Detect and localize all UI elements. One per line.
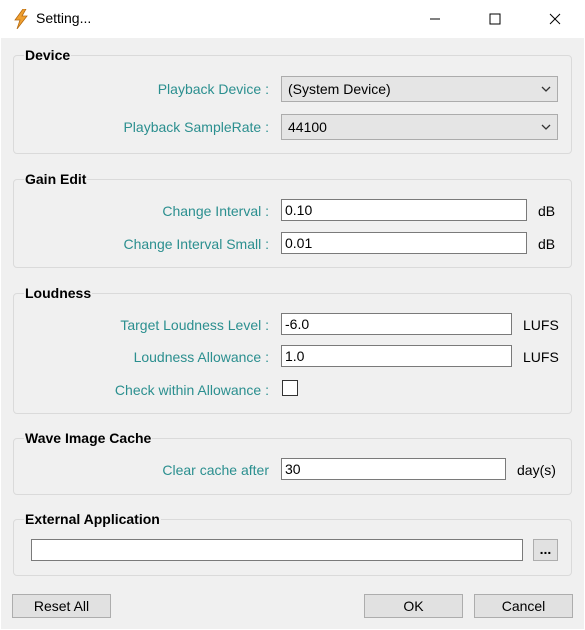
change-interval-small-label: Change Interval Small :	[123, 236, 269, 252]
change-interval-value: 0.10	[285, 202, 313, 218]
check-allowance-label: Check within Allowance :	[114, 382, 269, 398]
gain-edit-group: Gain Edit Change Interval : 0.10 dB Chan…	[13, 170, 572, 268]
target-loudness-value: -6.0	[285, 316, 310, 332]
change-interval-small-value: 0.01	[285, 235, 313, 251]
browse-button[interactable]: ...	[533, 539, 558, 561]
loudness-group-title: Loudness	[24, 284, 93, 302]
loudness-allowance-label: Loudness Allowance :	[133, 349, 269, 365]
ok-button[interactable]: OK	[364, 594, 463, 618]
external-app-path-input[interactable]	[31, 539, 523, 561]
change-interval-label: Change Interval :	[162, 203, 269, 219]
loudness-allowance-unit: LUFS	[523, 349, 559, 365]
target-loudness-input[interactable]: -6.0	[281, 313, 512, 335]
clear-cache-unit: day(s)	[517, 462, 556, 478]
change-interval-input[interactable]: 0.10	[281, 199, 527, 221]
samplerate-label: Playback SampleRate :	[123, 119, 269, 135]
minimize-button[interactable]	[405, 0, 465, 38]
title-bar: Setting...	[0, 0, 585, 38]
clear-cache-value: 30	[285, 461, 301, 477]
maximize-icon	[489, 13, 501, 25]
maximize-button[interactable]	[465, 0, 525, 38]
clear-cache-label: Clear cache after	[162, 462, 269, 478]
loudness-allowance-value: 1.0	[285, 348, 305, 364]
loudness-group: Loudness Target Loudness Level : -6.0 LU…	[13, 284, 572, 414]
change-interval-unit: dB	[538, 203, 556, 219]
playback-device-select[interactable]: (System Device)	[281, 76, 558, 102]
samplerate-value: 44100	[288, 119, 327, 135]
minimize-icon	[430, 18, 440, 20]
dialog-body: Device Playback Device : (System Device)…	[1, 38, 584, 629]
change-interval-small-unit: dB	[538, 236, 556, 252]
device-group: Device Playback Device : (System Device)…	[13, 46, 572, 154]
chevron-down-icon	[541, 86, 551, 92]
lightning-icon	[12, 8, 30, 30]
device-group-title: Device	[24, 46, 72, 64]
samplerate-select[interactable]: 44100	[281, 114, 558, 140]
close-icon	[549, 13, 561, 25]
playback-device-label: Playback Device :	[157, 81, 269, 97]
external-app-group: External Application ...	[13, 510, 572, 576]
loudness-allowance-input[interactable]: 1.0	[281, 345, 512, 367]
playback-device-value: (System Device)	[288, 81, 391, 97]
check-allowance-checkbox[interactable]	[282, 380, 298, 396]
external-app-group-title: External Application	[24, 510, 161, 528]
wave-cache-group: Wave Image Cache Clear cache after 30 da…	[13, 429, 572, 495]
gain-edit-group-title: Gain Edit	[24, 170, 88, 188]
cancel-button[interactable]: Cancel	[474, 594, 573, 618]
chevron-down-icon	[541, 124, 551, 130]
clear-cache-input[interactable]: 30	[281, 458, 506, 480]
target-loudness-unit: LUFS	[523, 317, 559, 333]
target-loudness-label: Target Loudness Level :	[120, 317, 269, 333]
close-button[interactable]	[525, 0, 585, 38]
window-title: Setting...	[36, 10, 92, 26]
wave-cache-group-title: Wave Image Cache	[24, 429, 153, 447]
change-interval-small-input[interactable]: 0.01	[281, 232, 527, 254]
reset-all-button[interactable]: Reset All	[12, 594, 111, 618]
